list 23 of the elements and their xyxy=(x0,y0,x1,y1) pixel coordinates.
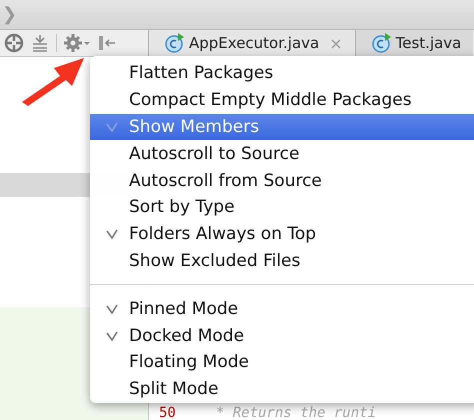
menu-item[interactable]: Flatten Packages xyxy=(90,60,474,87)
locate-icon[interactable] xyxy=(4,33,24,53)
class-file-icon xyxy=(372,33,392,53)
collapse-icon[interactable] xyxy=(30,33,50,53)
menu-item[interactable]: Show Members xyxy=(90,114,474,140)
menu-item[interactable]: Split Mode xyxy=(90,376,474,403)
menu-item[interactable]: Floating Mode xyxy=(90,348,474,376)
menu-item[interactable]: Pinned Mode xyxy=(90,295,474,322)
menu-item[interactable]: Sort by Type xyxy=(90,194,474,221)
hide-panel-icon[interactable] xyxy=(97,33,117,53)
editor-tab[interactable]: AppExecutor.java × xyxy=(148,30,355,56)
menu-item[interactable]: Show Excluded Files xyxy=(90,248,474,274)
annotation-arrow xyxy=(20,56,86,106)
menu-item[interactable]: Autoscroll from Source xyxy=(90,167,474,194)
settings-icon[interactable] xyxy=(63,33,91,53)
editor-tab[interactable]: Test.java xyxy=(354,30,474,56)
class-file-icon xyxy=(165,33,185,53)
line-number: 50 xyxy=(158,406,176,420)
menu-item[interactable]: Folders Always on Top xyxy=(90,220,474,248)
menu-item[interactable]: Docked Mode xyxy=(90,322,474,349)
menu-item[interactable]: Compact Empty Middle Packages xyxy=(90,86,474,114)
code-comment: * Returns the runti xyxy=(216,406,376,420)
menu-item[interactable]: Autoscroll to Source xyxy=(90,140,474,168)
